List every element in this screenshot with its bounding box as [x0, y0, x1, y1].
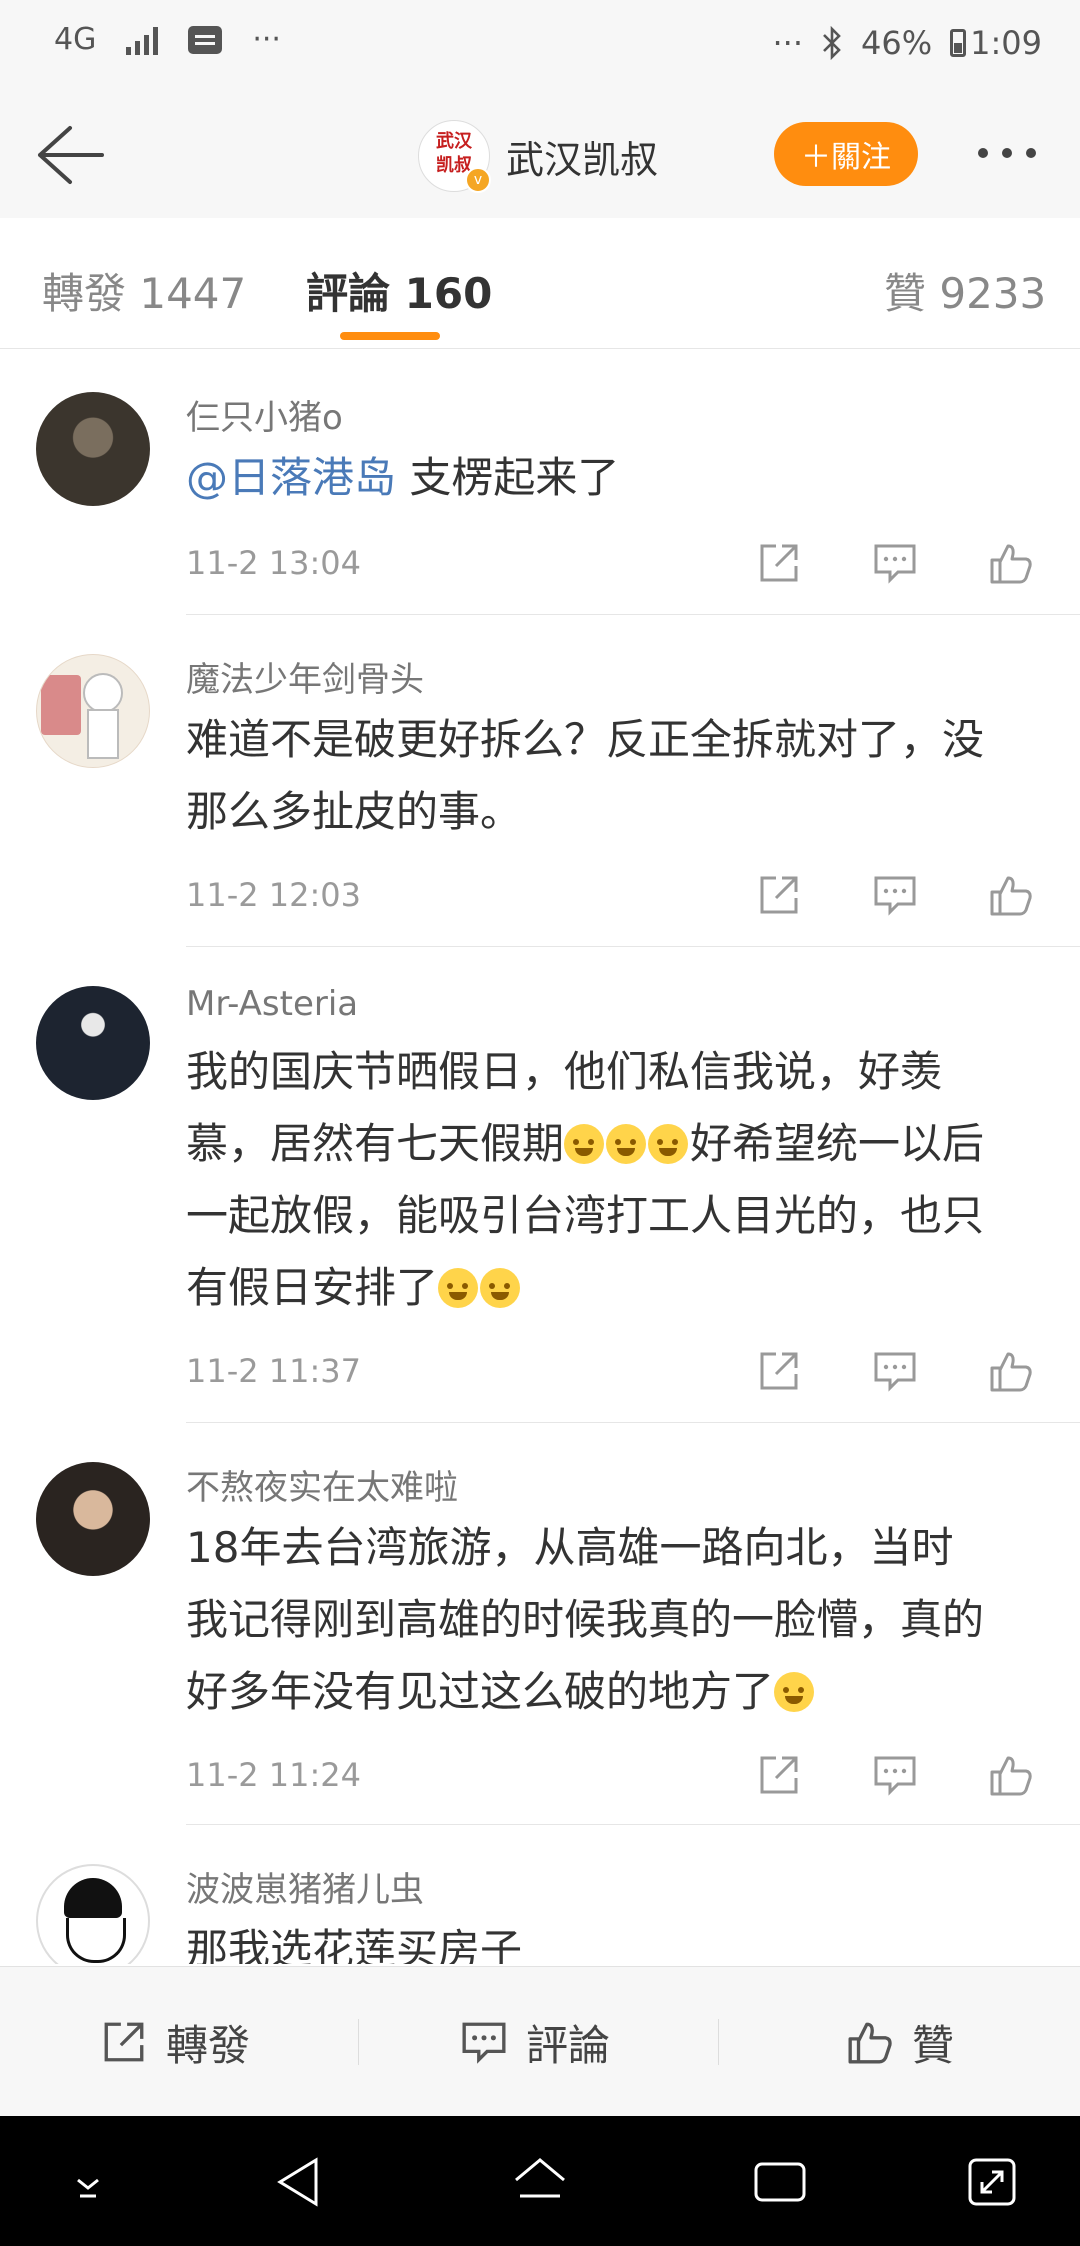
avatar[interactable]: [36, 986, 150, 1100]
comment-text: 18年去台湾旅游，从高雄一路向北，当时 我记得刚到高雄的时候我真的一脸懵，真的 …: [186, 1523, 985, 1716]
comment-divider: [186, 614, 1080, 615]
comment-button[interactable]: 評論: [460, 1967, 610, 2117]
comment-text: 我的国庆节晒假日，他们私信我说，好羡 慕，居然有七天假期 好希望统一以后 一起放假…: [186, 1047, 985, 1312]
like-label: 贊: [912, 2020, 955, 2070]
battery-percent: 46%: [861, 24, 933, 62]
clock: 1:09: [970, 24, 1042, 62]
account-avatar[interactable]: 武汉 凯叔 v: [418, 120, 491, 193]
comment-username[interactable]: 不熬夜实在太难啦: [186, 1460, 458, 1509]
recent-apps-icon[interactable]: [750, 2152, 810, 2212]
avatar[interactable]: [36, 392, 150, 506]
comment-username[interactable]: 波波崽猪猪儿虫: [186, 1862, 424, 1911]
reply-icon[interactable]: [872, 1348, 918, 1394]
like-icon[interactable]: [988, 1348, 1034, 1394]
repost-label: 轉發: [166, 2020, 251, 2070]
comment-text: 那我选花莲买房子: [186, 1925, 523, 1964]
reply-icon[interactable]: [872, 872, 918, 918]
laugh-emoji-icon: [774, 1672, 815, 1712]
follow-button[interactable]: ＋關注: [774, 122, 918, 186]
action-separator: [718, 2019, 719, 2065]
more-status-indicator: ···: [772, 24, 804, 62]
avatar[interactable]: [36, 1462, 150, 1576]
laugh-cry-emoji-icon: [564, 1124, 605, 1164]
comment-time: 11-2 13:04: [186, 544, 362, 582]
comment-list[interactable]: 仨只小猪o @日落港岛 支楞起来了 11-2 13:04 魔法少年剑骨头 难道不…: [0, 352, 1080, 1964]
like-button[interactable]: 贊: [846, 1967, 954, 2117]
share-icon: [104, 2022, 144, 2062]
active-tab-indicator: [340, 332, 440, 340]
laugh-cry-emoji-icon: [648, 1124, 689, 1164]
system-navigation-bar: [0, 2116, 1080, 2246]
like-icon[interactable]: [988, 1752, 1034, 1798]
reply-icon[interactable]: [872, 540, 918, 586]
comment-username[interactable]: 仨只小猪o: [186, 390, 343, 439]
tab-comments[interactable]: 評論 160: [306, 260, 492, 321]
comment-label: 評論: [526, 2020, 611, 2070]
status-bar: 4G ··· ··· 46% 1:09: [0, 0, 1080, 92]
comment-time: 11-2 11:37: [186, 1352, 362, 1390]
thumbs-up-icon: [848, 2022, 892, 2064]
share-icon[interactable]: [756, 1752, 802, 1798]
share-icon[interactable]: [756, 872, 802, 918]
comment-text: @日落港岛 支楞起来了: [186, 453, 620, 502]
like-icon[interactable]: [988, 872, 1034, 918]
comment-icon: [462, 2022, 506, 2064]
repost-button[interactable]: 轉發: [100, 1967, 250, 2117]
comment-text: 难道不是破更好拆么？反正全拆就对了，没 那么多扯皮的事。: [186, 715, 985, 836]
laugh-cry-emoji-icon: [480, 1268, 521, 1308]
battery-icon: [950, 29, 967, 57]
hide-keyboard-icon[interactable]: [58, 2152, 118, 2212]
action-separator: [358, 2019, 359, 2065]
more-notifications-indicator: ···: [252, 22, 281, 57]
like-icon[interactable]: [988, 540, 1034, 586]
comment-username[interactable]: Mr-Asteria: [186, 984, 358, 1024]
avatar[interactable]: [36, 1864, 150, 1964]
account-name[interactable]: 武汉凯叔: [506, 129, 658, 184]
more-options-icon[interactable]: [978, 148, 1036, 158]
message-notification-icon: [188, 25, 223, 54]
laugh-cry-emoji-icon: [438, 1268, 479, 1308]
tab-repost[interactable]: 轉發 1447: [42, 260, 246, 321]
top-app-bar: 武汉 凯叔 v 武汉凯叔 ＋關注: [0, 92, 1080, 219]
verified-badge-icon: v: [465, 167, 491, 193]
tab-bar: 轉發 1447 評論 160 贊 9233: [0, 218, 1080, 349]
comment-divider: [186, 1824, 1080, 1825]
reply-icon[interactable]: [872, 1752, 918, 1798]
comment-username[interactable]: 魔法少年剑骨头: [186, 652, 424, 701]
share-icon[interactable]: [756, 1348, 802, 1394]
signal-icon: [126, 25, 159, 55]
bluetooth-icon: [823, 26, 841, 60]
home-icon[interactable]: [510, 2152, 570, 2212]
account-profile[interactable]: 武汉 凯叔 v 武汉凯叔: [418, 120, 658, 193]
back-arrow-icon[interactable]: [30, 122, 110, 188]
share-icon[interactable]: [756, 540, 802, 586]
expand-icon[interactable]: [962, 2152, 1022, 2212]
mention-link[interactable]: @日落港岛: [186, 453, 396, 502]
back-triangle-icon[interactable]: [270, 2152, 330, 2212]
comment-time: 11-2 12:03: [186, 876, 362, 914]
laugh-cry-emoji-icon: [606, 1124, 647, 1164]
avatar[interactable]: [36, 654, 150, 768]
comment-divider: [186, 1422, 1080, 1423]
bottom-action-bar: 轉發 評論 贊: [0, 1966, 1080, 2117]
tab-likes[interactable]: 贊 9233: [884, 260, 1046, 321]
network-indicator: 4G: [54, 22, 97, 57]
comment-time: 11-2 11:24: [186, 1756, 362, 1794]
comment-divider: [186, 946, 1080, 947]
